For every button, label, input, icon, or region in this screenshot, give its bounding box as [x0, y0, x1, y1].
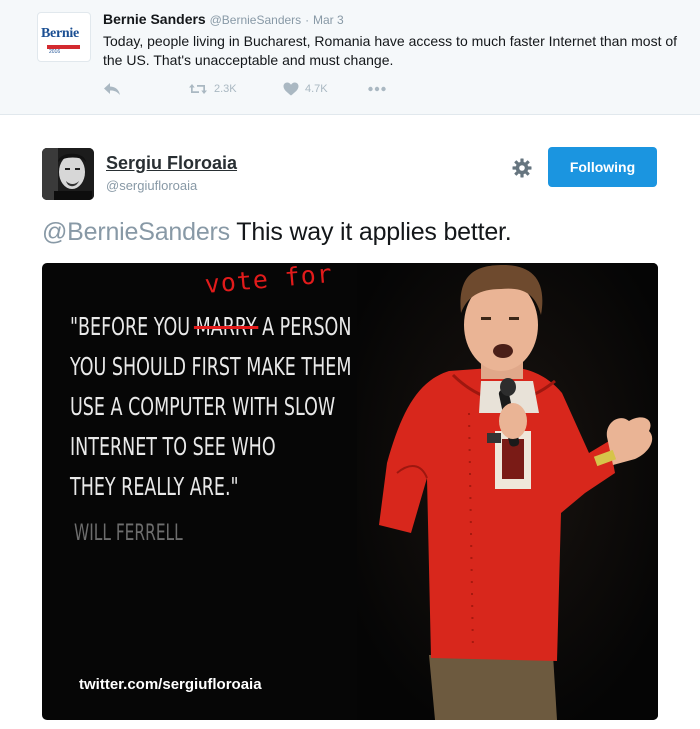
following-button[interactable]: Following: [548, 147, 657, 187]
quoted-tweet-text: Today, people living in Bucharest, Roman…: [103, 33, 678, 68]
author-name[interactable]: Sergiu Floroaia: [106, 153, 237, 174]
quoted-tweet-date[interactable]: Mar 3: [313, 13, 344, 27]
gear-icon[interactable]: [511, 157, 533, 179]
reply-button[interactable]: [103, 82, 121, 96]
tweet-text: @BernieSanders This way it applies bette…: [42, 218, 512, 247]
handwritten-correction: vote for: [203, 263, 334, 299]
struck-word: MARRY: [195, 312, 257, 341]
bernie-logo: Bernie: [41, 26, 79, 41]
meme-quote: "BEFORE YOU MARRY A PERSON YOU SHOULD FI…: [70, 307, 351, 507]
logo-year: 2016: [49, 49, 61, 55]
like-button[interactable]: 4.7K: [283, 82, 328, 96]
quoted-tweet[interactable]: Bernie 2016 Bernie Sanders @BernieSander…: [0, 0, 700, 115]
like-count: 4.7K: [305, 83, 328, 95]
quote-line-3: USE A COMPUTER WITH SLOW: [70, 392, 336, 421]
quote-line-2: YOU SHOULD FIRST MAKE THEM: [70, 352, 352, 381]
mention-link[interactable]: @BernieSanders: [42, 218, 230, 246]
quoted-tweet-header: Bernie Sanders @BernieSanders · Mar 3: [103, 11, 344, 27]
reply-icon: [103, 82, 121, 96]
image-watermark: twitter.com/sergiufloroaia: [79, 676, 262, 693]
author-handle[interactable]: @sergiufloroaia: [106, 178, 197, 193]
quote-line-4: INTERNET TO SEE WHO: [70, 432, 276, 461]
header-separator: ·: [305, 13, 310, 27]
more-button[interactable]: [367, 82, 387, 96]
more-icon: [367, 82, 387, 96]
tweet-media-image[interactable]: "BEFORE YOU MARRY A PERSON YOU SHOULD FI…: [42, 263, 658, 720]
tweet-body-text: This way it applies better.: [229, 218, 512, 246]
retweet-button[interactable]: 2.3K: [188, 82, 237, 96]
quote-line-5: THEY REALLY ARE.": [70, 472, 239, 501]
quote-attribution: WILL FERRELL: [74, 521, 183, 546]
avatar-portrait: [42, 148, 94, 200]
performer-illustration: [357, 263, 658, 720]
quoted-author-avatar[interactable]: Bernie 2016: [37, 12, 91, 62]
quoted-author-name[interactable]: Bernie Sanders: [103, 11, 206, 27]
retweet-icon: [188, 82, 208, 96]
retweet-count: 2.3K: [214, 83, 237, 95]
quoted-author-handle[interactable]: @BernieSanders: [210, 13, 302, 27]
quote-line-1: "BEFORE YOU MARRY A PERSON: [70, 312, 352, 341]
quoted-tweet-actions: 2.3K 4.7K: [103, 82, 503, 100]
author-avatar[interactable]: [42, 148, 94, 200]
heart-icon: [283, 82, 299, 96]
